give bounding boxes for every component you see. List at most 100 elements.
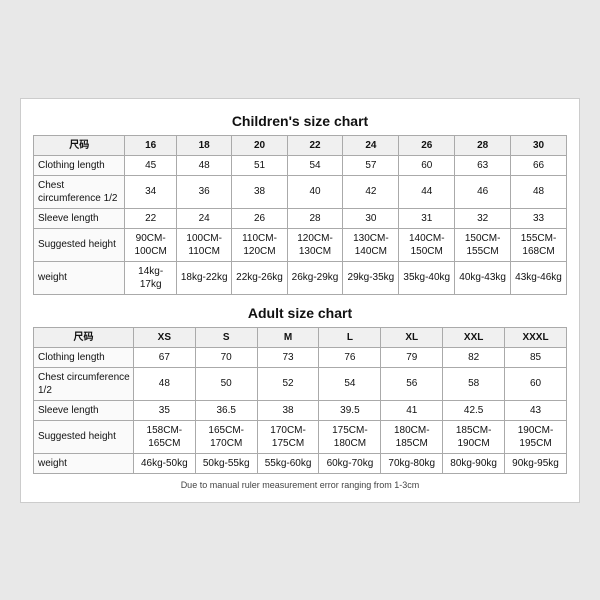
cell-value: 67 [133,347,195,367]
cell-value: 34 [125,175,176,208]
cell-value: 38 [257,400,319,420]
cell-value: 155CM-168CM [511,228,567,261]
cell-value: 38 [232,175,287,208]
cell-value: 180CM-185CM [381,420,443,453]
cell-value: 51 [232,155,287,175]
children-col-header: 26 [399,135,455,155]
cell-value: 90kg-95kg [505,453,567,473]
cell-value: 90CM-100CM [125,228,176,261]
cell-value: 82 [443,347,505,367]
cell-value: 150CM-155CM [455,228,511,261]
cell-value: 48 [511,175,567,208]
cell-value: 70 [195,347,257,367]
cell-value: 35kg-40kg [399,261,455,294]
children-col-header: 16 [125,135,176,155]
cell-value: 76 [319,347,381,367]
cell-value: 79 [381,347,443,367]
cell-value: 28 [287,208,343,228]
cell-value: 29kg-35kg [343,261,399,294]
cell-value: 42 [343,175,399,208]
cell-value: 110CM-120CM [232,228,287,261]
cell-value: 190CM-195CM [505,420,567,453]
cell-value: 48 [176,155,232,175]
adult-table-body: Clothing length67707376798285Chest circu… [34,347,567,473]
cell-value: 66 [511,155,567,175]
cell-value: 40kg-43kg [455,261,511,294]
cell-value: 46kg-50kg [133,453,195,473]
cell-value: 26 [232,208,287,228]
cell-value: 22 [125,208,176,228]
children-size-table: 尺码1618202224262830 Clothing length454851… [33,135,567,295]
children-col-header: 尺码 [34,135,125,155]
cell-value: 50 [195,367,257,400]
cell-value: 120CM-130CM [287,228,343,261]
table-row: Suggested height158CM-165CM165CM-170CM17… [34,420,567,453]
row-label: Chest circumference 1/2 [34,175,125,208]
cell-value: 46 [455,175,511,208]
cell-value: 54 [319,367,381,400]
adult-col-header: L [319,327,381,347]
cell-value: 80kg-90kg [443,453,505,473]
cell-value: 43 [505,400,567,420]
cell-value: 130CM-140CM [343,228,399,261]
row-label: Suggested height [34,420,134,453]
children-col-header: 28 [455,135,511,155]
cell-value: 60 [505,367,567,400]
adult-col-header: 尺码 [34,327,134,347]
cell-value: 54 [287,155,343,175]
adult-header-row: 尺码XSSMLXLXXLXXXL [34,327,567,347]
cell-value: 73 [257,347,319,367]
table-row: Clothing length4548515457606366 [34,155,567,175]
children-table-body: Clothing length4548515457606366Chest cir… [34,155,567,294]
cell-value: 70kg-80kg [381,453,443,473]
cell-value: 50kg-55kg [195,453,257,473]
row-label: Clothing length [34,347,134,367]
row-label: Sleeve length [34,208,125,228]
table-row: Clothing length67707376798285 [34,347,567,367]
cell-value: 42.5 [443,400,505,420]
children-col-header: 24 [343,135,399,155]
cell-value: 55kg-60kg [257,453,319,473]
cell-value: 60 [399,155,455,175]
table-row: weight14kg-17kg18kg-22kg22kg-26kg26kg-29… [34,261,567,294]
cell-value: 165CM-170CM [195,420,257,453]
children-col-header: 20 [232,135,287,155]
row-label: Sleeve length [34,400,134,420]
table-row: Sleeve length2224262830313233 [34,208,567,228]
children-chart-title: Children's size chart [33,109,567,135]
cell-value: 44 [399,175,455,208]
row-label: Suggested height [34,228,125,261]
children-col-header: 18 [176,135,232,155]
cell-value: 18kg-22kg [176,261,232,294]
cell-value: 33 [511,208,567,228]
adult-col-header: XS [133,327,195,347]
table-row: Chest circumference 1/23436384042444648 [34,175,567,208]
cell-value: 41 [381,400,443,420]
cell-value: 43kg-46kg [511,261,567,294]
row-label: Chest circumference 1/2 [34,367,134,400]
children-col-header: 22 [287,135,343,155]
adult-size-table: 尺码XSSMLXLXXLXXXL Clothing length67707376… [33,327,567,474]
cell-value: 39.5 [319,400,381,420]
adult-col-header: XL [381,327,443,347]
adult-col-header: S [195,327,257,347]
row-label: weight [34,453,134,473]
disclaimer-text: Due to manual ruler measurement error ra… [33,478,567,492]
cell-value: 22kg-26kg [232,261,287,294]
cell-value: 56 [381,367,443,400]
table-row: Chest circumference 1/248505254565860 [34,367,567,400]
cell-value: 85 [505,347,567,367]
cell-value: 24 [176,208,232,228]
row-label: weight [34,261,125,294]
adult-col-header: XXXL [505,327,567,347]
table-row: Sleeve length3536.53839.54142.543 [34,400,567,420]
cell-value: 48 [133,367,195,400]
cell-value: 175CM-180CM [319,420,381,453]
row-label: Clothing length [34,155,125,175]
cell-value: 14kg-17kg [125,261,176,294]
cell-value: 26kg-29kg [287,261,343,294]
cell-value: 185CM-190CM [443,420,505,453]
adult-col-header: XXL [443,327,505,347]
table-row: Suggested height90CM-100CM100CM-110CM110… [34,228,567,261]
cell-value: 36.5 [195,400,257,420]
